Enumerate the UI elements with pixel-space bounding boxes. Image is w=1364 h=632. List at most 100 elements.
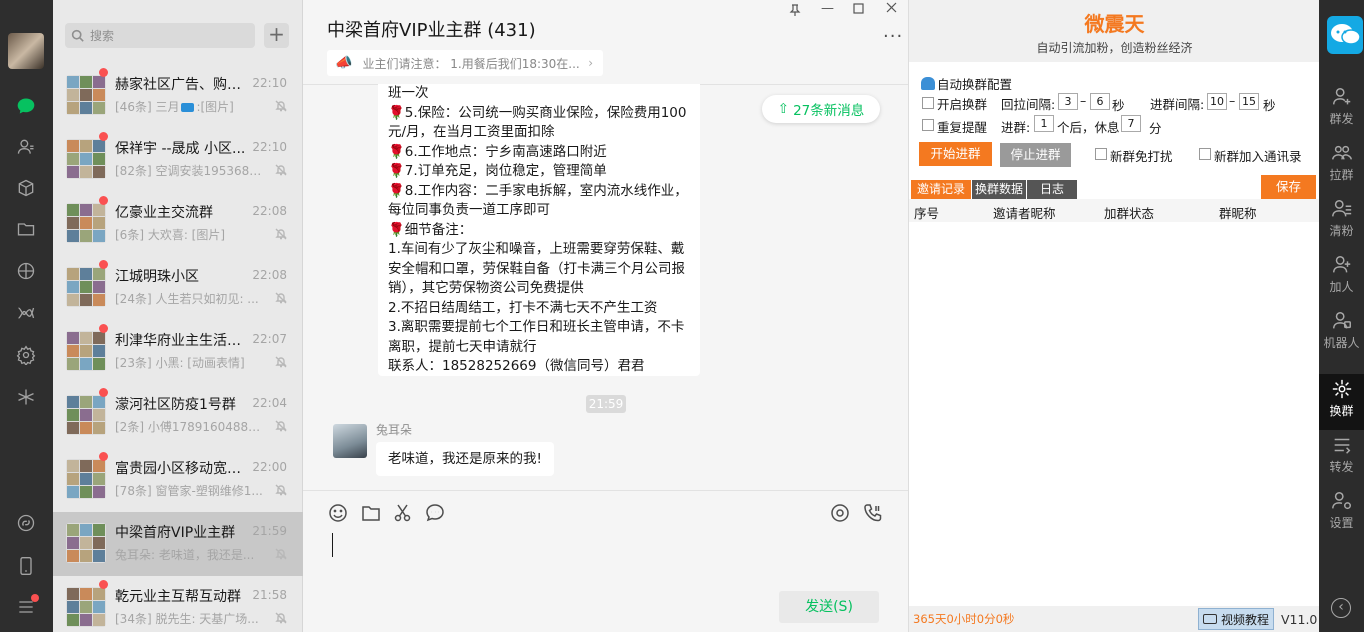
chat-list-item[interactable]: 保祥宇 --晟成 小区... 22:10 [82条] 空调安装1953688...: [53, 128, 303, 192]
channels-icon[interactable]: [14, 301, 38, 325]
live-icon[interactable]: [830, 503, 850, 523]
new-group-contacts-checkbox[interactable]: [1199, 148, 1211, 160]
moments-icon[interactable]: [14, 259, 38, 283]
chat-list-item[interactable]: 亿豪业主交流群 22:08 [6条] 大欢喜: [图片]: [53, 192, 303, 256]
chat-list-item[interactable]: 中梁首府VIP业主群 21:59 兔耳朵: 老味道，我还是...: [53, 512, 303, 576]
mini-program-icon[interactable]: [14, 385, 38, 409]
chat-list-item[interactable]: 乾元业主互帮互动群 21:58 [34条] 脱先生: 天基广场...: [53, 576, 303, 632]
add-button[interactable]: +: [264, 23, 289, 48]
message-line: 3.离职需要提前七个工作日和班长主管申请，不卡离职，提前七天申请就行: [388, 319, 685, 355]
save-button[interactable]: 保存: [1261, 175, 1316, 199]
message-bubble[interactable]: 老味道，我还是原来的我!: [376, 442, 554, 476]
new-group-quiet-checkbox[interactable]: [1095, 148, 1107, 160]
close-icon[interactable]: [886, 2, 897, 17]
group-avatar: [66, 139, 106, 179]
chat-list-item[interactable]: 利津华府业主生活服... 22:07 [23条] 小黑: [动画表情]: [53, 320, 303, 384]
group-notice[interactable]: 📣 业主们请注意： 1.用餐后我们18:30在... ›: [327, 50, 603, 76]
video-tutorial-button[interactable]: 视频教程: [1198, 608, 1274, 630]
toolbar-robot-button[interactable]: 机器人: [1319, 306, 1364, 362]
message-line: 🌹细节备注：: [388, 221, 473, 238]
seconds-unit: 秒: [1263, 98, 1276, 113]
chat-list-item[interactable]: 富贵园小区移动宽带... 22:00 [78条] 窗管家-塑钢维修1...: [53, 448, 303, 512]
phone-icon[interactable]: [14, 554, 38, 578]
call-icon[interactable]: [863, 503, 883, 523]
chat-time: 22:07: [252, 332, 287, 346]
tab-invite-records[interactable]: 邀请记录: [911, 180, 971, 199]
emoji-icon[interactable]: [328, 503, 348, 523]
unread-dot: [99, 68, 108, 77]
minimize-icon[interactable]: —: [821, 1, 834, 16]
text-cursor[interactable]: [332, 533, 333, 557]
toolbar-label: 设置: [1329, 516, 1354, 530]
chat-preview: [23条] 小黑: [动画表情]: [115, 354, 265, 371]
chat-preview: [2条] 小傅17891604882...: [115, 418, 265, 435]
enable-switch-checkbox[interactable]: [922, 97, 934, 109]
maximize-icon[interactable]: [853, 3, 864, 18]
join-max-input[interactable]: 15: [1239, 93, 1259, 110]
message-bubble[interactable]: 班一次 🌹5.保险：公司统一购买商业保险，保险费用100元/月，在当月工资里面扣除…: [378, 84, 700, 376]
folder-icon[interactable]: [14, 217, 38, 241]
chat-title: 中梁首府VIP业主群 (431): [327, 20, 536, 41]
join-count-input[interactable]: 1: [1034, 115, 1054, 132]
add-person-icon: [1319, 254, 1364, 276]
chat-list-item[interactable]: 江城明珠小区 22:08 [24条] 人生若只如初见: ...: [53, 256, 303, 320]
group-avatar: [66, 587, 106, 627]
chat-preview: 兔耳朵: 老味道，我还是...: [115, 546, 265, 563]
notice-text: 业主们请注意： 1.用餐后我们18:30在...: [362, 56, 580, 71]
toolbar-pull-group-button[interactable]: 拉群: [1319, 138, 1364, 194]
chat-bubble-icon[interactable]: [425, 503, 445, 523]
chat-icon[interactable]: [14, 94, 38, 118]
chat-preview-text: [46条] 三月: [115, 100, 180, 114]
unread-dot: [99, 452, 108, 461]
toolbar-broadcast-button[interactable]: 群发: [1319, 82, 1364, 138]
user-avatar[interactable]: [8, 33, 44, 69]
search-placeholder: 搜索: [90, 29, 115, 43]
toolbar-clean-fans-button[interactable]: 清粉: [1319, 194, 1364, 250]
scissors-icon[interactable]: [393, 503, 413, 523]
chat-preview-text: [23条] 小黑: [动画表情]: [115, 356, 245, 370]
repeat-remind-checkbox[interactable]: [922, 119, 934, 131]
chat-name: 利津华府业主生活服...: [115, 333, 250, 349]
more-icon[interactable]: ···: [883, 26, 903, 47]
switch-group-icon: [1319, 378, 1364, 400]
collapse-left-icon[interactable]: ‹: [1331, 598, 1351, 618]
folder-icon[interactable]: [361, 503, 381, 523]
new-messages-button[interactable]: ⇧ 27条新消息: [762, 95, 880, 123]
settings-cog-icon[interactable]: [14, 343, 38, 367]
rest-minutes-input[interactable]: 7: [1121, 115, 1141, 132]
col-group-nick: 群昵称: [1219, 206, 1257, 221]
pull-min-input[interactable]: 3: [1058, 93, 1078, 110]
toolbar-switch-group-button[interactable]: 换群: [1319, 374, 1364, 430]
toolbar-forward-button[interactable]: 转发: [1319, 430, 1364, 486]
pin-icon[interactable]: [789, 4, 801, 20]
unread-dot: [99, 324, 108, 333]
search-input[interactable]: 搜索: [65, 23, 255, 48]
send-button[interactable]: 发送(S): [779, 591, 879, 623]
pull-max-input[interactable]: 6: [1090, 93, 1110, 110]
chat-list-item[interactable]: 濛河社区防疫1号群 22:04 [2条] 小傅17891604882...: [53, 384, 303, 448]
emoji-icon: [181, 103, 195, 112]
sender-avatar[interactable]: [333, 424, 367, 458]
chat-time: 22:04: [252, 396, 287, 410]
toolbar-settings-button[interactable]: 设置: [1319, 486, 1364, 542]
chat-list-item[interactable]: 赫家社区广告、购物... 22:10 [46条] 三月:[图片]: [53, 64, 303, 128]
start-join-button[interactable]: 开始进群: [919, 142, 992, 166]
settings-icon: [1319, 490, 1364, 512]
message-line: 班一次: [388, 85, 429, 101]
runtime-counter: 365天0小时0分0秒: [913, 612, 1015, 626]
config-icon: [921, 77, 935, 90]
tab-log[interactable]: 日志: [1027, 180, 1077, 199]
tab-switch-data[interactable]: 换群数据: [972, 180, 1026, 199]
stop-join-button[interactable]: 停止进群: [1000, 143, 1071, 167]
join-min-input[interactable]: 10: [1207, 93, 1227, 110]
robot-icon: [1319, 310, 1364, 332]
link-icon[interactable]: [14, 511, 38, 535]
seconds-unit: 秒: [1112, 98, 1125, 113]
col-index: 序号: [914, 206, 940, 221]
toolbar-add-person-button[interactable]: 加人: [1319, 250, 1364, 306]
contacts-icon[interactable]: [14, 135, 38, 159]
chat-preview-tail: :[图片]: [196, 100, 234, 114]
chat-preview-text: [24条] 人生若只如初见: ...: [115, 292, 259, 306]
box-icon[interactable]: [14, 176, 38, 200]
chat-time: 21:59: [252, 524, 287, 538]
